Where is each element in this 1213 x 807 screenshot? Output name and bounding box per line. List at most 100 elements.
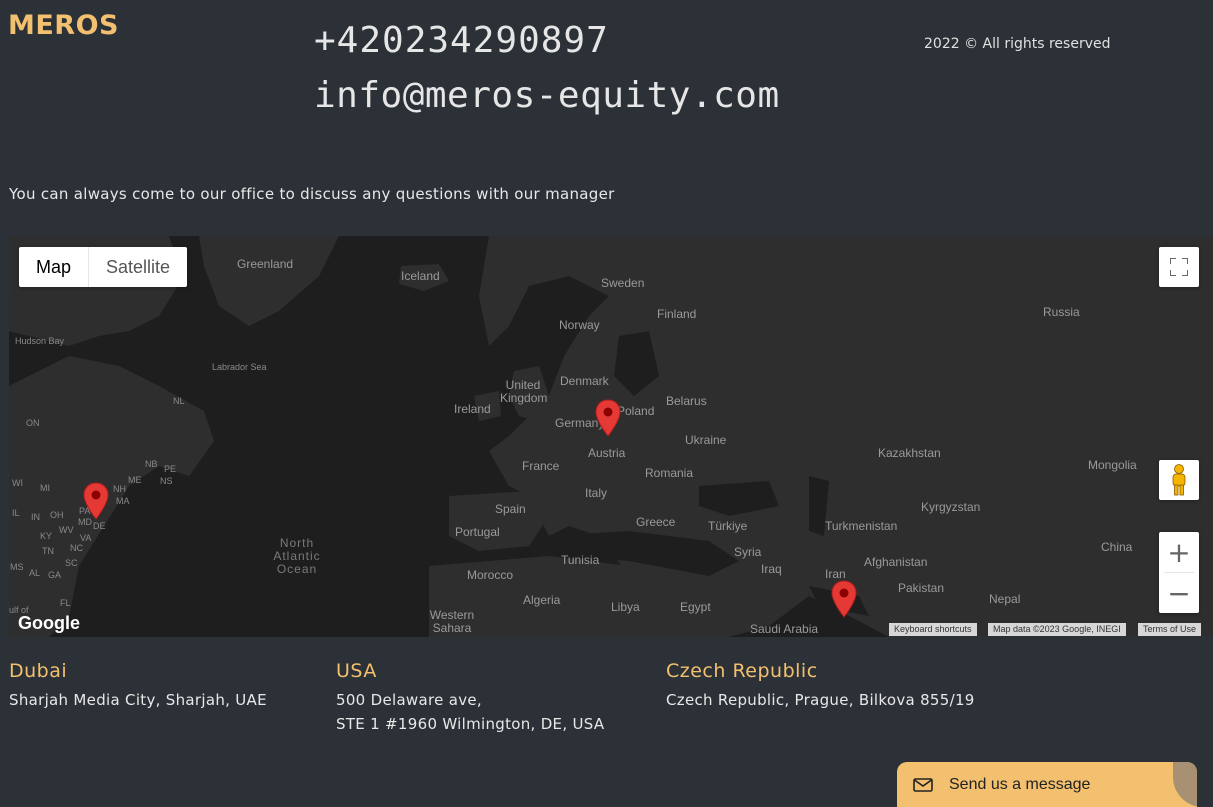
map-label: Tunisia [561, 553, 600, 567]
fullscreen-button[interactable] [1159, 247, 1199, 287]
map-label: Western Sahara [429, 608, 475, 635]
map-label: PE [164, 464, 177, 474]
office-address: Czech Republic, Prague, Bilkova 855/19 [666, 691, 975, 709]
map-label: IN [31, 512, 40, 522]
map-label: NH [113, 484, 126, 494]
map-label: France [522, 459, 560, 473]
terms-of-use-link[interactable]: Terms of Use [1138, 623, 1202, 636]
office-address: 500 Delaware ave, [336, 691, 482, 709]
map-label: NC [70, 543, 83, 553]
map-label: KY [40, 531, 53, 541]
copyright: 2022 © All rights reserved [924, 36, 1111, 52]
map-type-control: Map Satellite [19, 247, 188, 287]
map-label: IL [12, 508, 20, 518]
map-type-map-button[interactable]: Map [19, 247, 90, 287]
logo[interactable]: MEROS [8, 10, 119, 41]
map-label: ON [26, 418, 40, 428]
map-label: Afghanistan [864, 555, 928, 569]
map-label: Labrador Sea [212, 362, 267, 372]
zoom-control: + − [1159, 532, 1199, 613]
map-label: Greenland [237, 257, 294, 271]
office-address: STE 1 #1960 Wilmington, DE, USA [336, 715, 605, 733]
map-type-satellite-button[interactable]: Satellite [89, 247, 187, 287]
map-label: North Atlantic Ocean [273, 536, 321, 576]
map-label: Finland [657, 307, 697, 321]
map-label: Iceland [401, 269, 440, 283]
office-usa: USA 500 Delaware ave, STE 1 #1960 Wilmin… [336, 660, 604, 736]
map-label: Syria [734, 545, 762, 559]
map-label: Belarus [666, 394, 707, 408]
map-label: Algeria [523, 593, 561, 607]
map-marker-usa[interactable] [83, 482, 109, 520]
map[interactable]: Map Satellite + − Greenland Iceland Swed… [9, 236, 1213, 637]
map-label: NB [145, 459, 158, 469]
map-label: Hudson Bay [15, 336, 65, 346]
map-label: Kyrgyzstan [921, 500, 981, 514]
zoom-out-button[interactable]: − [1159, 573, 1199, 613]
map-label: Libya [611, 600, 640, 614]
map-label: Greece [636, 515, 676, 529]
map-label: AL [29, 568, 41, 578]
map-label: Ireland [454, 402, 491, 416]
map-label: Pakistan [898, 581, 945, 595]
map-label: OH [50, 510, 64, 520]
send-message-widget[interactable]: Send us a message [897, 762, 1197, 807]
map-label: Sweden [601, 276, 645, 290]
pegman-icon [1172, 464, 1186, 496]
map-label: GA [48, 570, 62, 580]
email-address[interactable]: info@meros-equity.com [314, 75, 780, 116]
map-marker-czech-republic[interactable] [595, 399, 621, 437]
chat-corner-decoration [1173, 762, 1197, 807]
map-label: WV [59, 525, 74, 535]
map-marker-dubai[interactable] [831, 580, 857, 618]
send-message-label: Send us a message [949, 775, 1091, 793]
phone-number[interactable]: +420234290897 [314, 20, 609, 61]
map-label: Iran [825, 567, 846, 581]
map-label: MS [10, 562, 24, 572]
map-label: DE [93, 521, 106, 531]
office-dubai: Dubai Sharjah Media City, Sharjah, UAE [9, 660, 267, 712]
map-label: NS [160, 476, 173, 486]
map-label: Italy [585, 486, 608, 500]
map-label: Mongolia [1088, 458, 1137, 472]
map-label: Saudi Arabia [750, 622, 819, 636]
map-label: Turkmenistan [825, 519, 898, 533]
office-name: USA [336, 660, 377, 682]
map-label: TN [42, 546, 54, 556]
map-label: Nepal [989, 592, 1021, 606]
map-label: MA [116, 496, 130, 506]
zoom-in-button[interactable]: + [1159, 532, 1199, 572]
office-czech-republic: Czech Republic Czech Republic, Prague, B… [666, 660, 975, 712]
street-view-pegman[interactable] [1159, 460, 1199, 500]
map-label: Austria [588, 446, 626, 460]
map-label: Norway [559, 318, 600, 332]
map-label: MI [40, 483, 50, 493]
map-label: Denmark [560, 374, 609, 388]
map-label: Ukraine [685, 433, 727, 447]
map-data-attribution: Map data ©2023 Google, INEGI [988, 623, 1126, 636]
map-label: Portugal [455, 525, 500, 539]
map-label: ME [128, 475, 142, 485]
map-label: Russia [1043, 305, 1080, 319]
office-name: Dubai [9, 660, 68, 682]
intro-text: You can always come to our office to dis… [9, 185, 615, 203]
map-label: Poland [617, 404, 655, 418]
map-label: Romania [645, 466, 694, 480]
map-label: Egypt [680, 600, 711, 614]
map-label: China [1101, 540, 1133, 554]
map-label: United Kingdom [500, 378, 548, 405]
keyboard-shortcuts-link[interactable]: Keyboard shortcuts [889, 623, 977, 636]
map-label: Morocco [467, 568, 514, 582]
map-label: Kazakhstan [878, 446, 941, 460]
map-label: FL [60, 598, 71, 608]
office-address: Sharjah Media City, Sharjah, UAE [9, 691, 267, 709]
map-label: Türkiye [708, 519, 748, 533]
map-label: VA [80, 533, 92, 543]
google-logo[interactable]: Google [18, 613, 80, 634]
map-label: WI [12, 478, 23, 488]
fullscreen-icon [1170, 258, 1188, 276]
office-name: Czech Republic [666, 660, 818, 682]
map-label: NL [173, 396, 185, 406]
map-label: Iraq [761, 562, 782, 576]
map-label: Spain [495, 502, 526, 516]
